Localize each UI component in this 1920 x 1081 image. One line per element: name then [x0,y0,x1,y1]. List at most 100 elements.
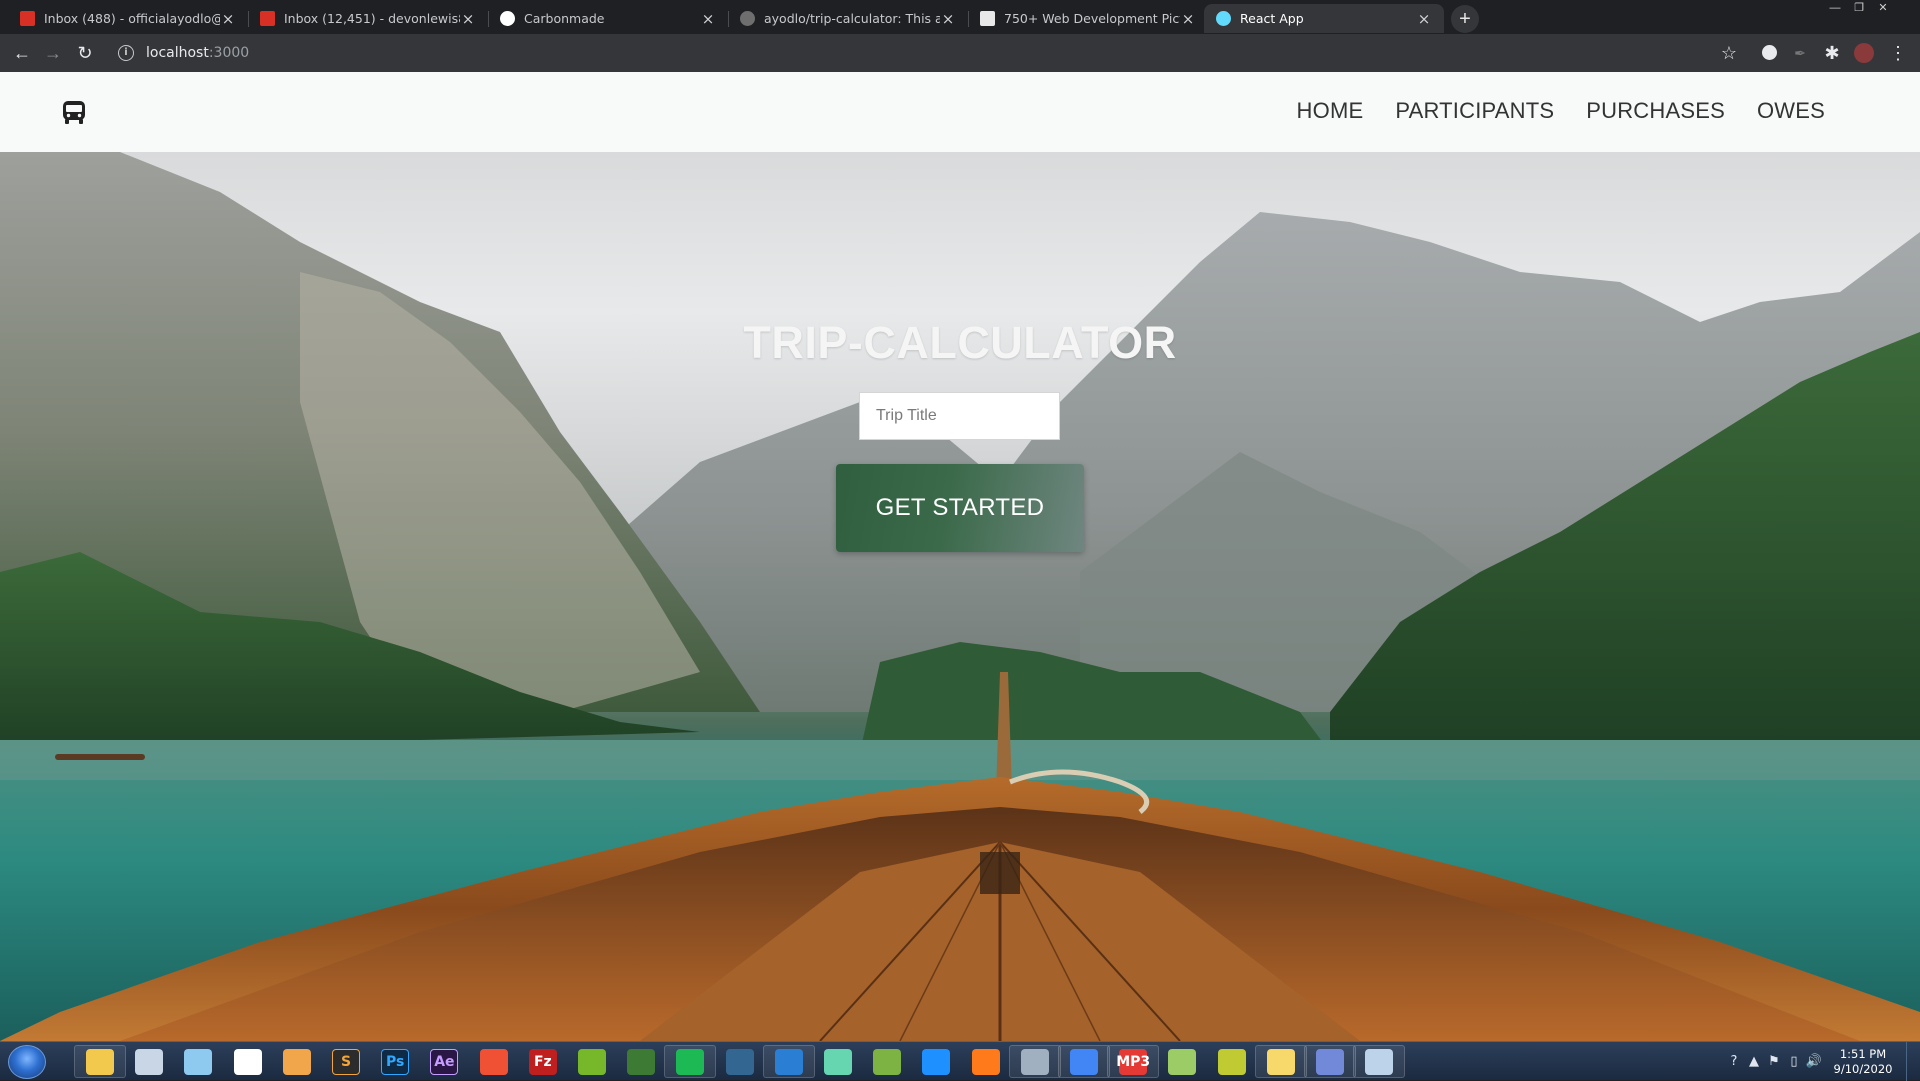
bookmark-star-icon[interactable]: ☆ [1717,41,1741,65]
taskbar-green-app-button[interactable] [1156,1045,1208,1078]
site-info-icon[interactable]: i [118,45,134,61]
taskbar-spotify-button[interactable] [664,1045,717,1078]
address-bar[interactable]: i localhost:3000 [110,39,1735,67]
atom-icon [824,1048,852,1075]
vscode-icon [774,1048,803,1075]
taskbar-chrome-button[interactable] [1058,1045,1110,1078]
taskbar-filezilla-button[interactable]: Fz [517,1045,569,1078]
taskbar-sublime-button[interactable]: S [320,1045,372,1078]
browser-tab-github[interactable]: ayodlo/trip-calculator: This app i × [728,4,969,33]
profile-avatar[interactable] [1852,41,1876,65]
taskbar-tree-button[interactable] [615,1045,667,1078]
nav-purchases[interactable]: PURCHASES [1586,98,1725,124]
browser-tab-gmail-1[interactable]: Inbox (488) - officialayodlo@gm × [8,4,249,33]
reload-icon[interactable]: ↻ [73,41,97,65]
extension-pen-icon[interactable]: ✒ [1788,41,1812,65]
taskbar-vscode-button[interactable] [762,1045,815,1078]
taskbar-explorer-button[interactable] [74,1045,126,1078]
taskbar-fl-studio-button[interactable] [271,1045,323,1078]
tab-title: Carbonmade [524,11,605,26]
ie-icon [922,1048,951,1075]
computer-icon [1020,1048,1049,1075]
mp3-icon: MP3 [1116,1048,1150,1075]
close-icon[interactable]: × [940,10,956,28]
action-center-flag-icon[interactable]: ⚑ [1764,1054,1784,1069]
minimize-icon[interactable]: — [1824,0,1846,18]
taskbar-atom-button[interactable] [812,1045,864,1078]
volume-icon[interactable]: 🔊 [1804,1054,1824,1069]
nav-home[interactable]: HOME [1297,98,1364,124]
close-icon[interactable]: × [700,10,716,28]
back-arrow-icon[interactable]: ← [10,41,34,65]
clock-time: 1:51 PM [1839,1046,1887,1061]
firefox-icon [971,1048,1000,1075]
taskbar-paint-button[interactable] [1353,1045,1406,1078]
spotify-icon [676,1048,705,1075]
new-tab-button[interactable]: + [1451,5,1479,33]
paint-icon [1365,1048,1394,1075]
close-icon[interactable]: × [1416,10,1432,28]
browser-tab-carbonmade[interactable]: Carbonmade × [488,4,729,33]
close-icon[interactable]: × [460,10,476,28]
menu-kebab-icon[interactable]: ⋮ [1886,41,1910,65]
help-icon[interactable]: ? [1724,1054,1744,1069]
taskbar-postgres-button[interactable] [714,1045,766,1078]
taskbar-calculator-button[interactable] [123,1045,175,1078]
after-effects-icon: Ae [430,1048,459,1075]
taskbar-notes-button[interactable] [172,1045,224,1078]
notes-icon [184,1048,213,1075]
app-navbar: HOME PARTICIPANTS PURCHASES OWES [0,72,1920,152]
react-icon [1216,11,1231,26]
network-signal-icon[interactable]: ▯ [1784,1054,1804,1069]
calculator-icon [135,1048,164,1075]
system-tray: ? ▲ ⚑ ▯ 🔊 1:51 PM 9/10/2020 [1724,1042,1920,1081]
clock-date: 9/10/2020 [1833,1061,1893,1076]
taskbar-folder-button[interactable] [1254,1045,1307,1078]
close-icon[interactable]: × [220,10,236,28]
taskbar-discord-button[interactable] [1304,1045,1356,1078]
restore-icon[interactable]: ❐ [1848,0,1870,18]
carbonmade-icon [500,11,515,26]
extension-circle-icon[interactable] [1757,41,1781,65]
tab-title: ayodlo/trip-calculator: This app i [764,11,940,26]
show-hidden-icons-icon[interactable]: ▲ [1744,1054,1764,1069]
taskbar-vpn-button[interactable] [222,1045,274,1078]
url-port: :3000 [208,45,250,61]
discord-icon [1316,1048,1344,1075]
get-started-button[interactable]: GET STARTED [836,464,1084,552]
extensions-puzzle-icon[interactable]: ✱ [1820,41,1844,65]
tab-strip: Inbox (488) - officialayodlo@gm × Inbox … [0,0,1920,34]
window-close-icon[interactable]: ✕ [1872,0,1894,18]
url-host: localhost [146,45,209,61]
nav-links: HOME PARTICIPANTS PURCHASES OWES [1297,98,1825,124]
taskbar-utorrent-button[interactable] [566,1045,618,1078]
browser-tab-gmail-2[interactable]: Inbox (12,451) - devonlewis808@ × [248,4,489,33]
taskbar-ie-button[interactable] [910,1045,962,1078]
taskbar-photoshop-button[interactable]: Ps [369,1045,421,1078]
postgres-icon [725,1048,754,1075]
browser-toolbar: ← → ↻ i localhost:3000 ☆ ✒ ✱ ⋮ [0,34,1920,72]
trip-title-input[interactable] [859,392,1060,440]
close-icon[interactable]: × [1180,10,1196,28]
taskbar-after-effects-button[interactable]: Ae [418,1045,470,1078]
taskbar-mp3-button[interactable]: MP3 [1107,1045,1160,1078]
forward-arrow-icon[interactable]: → [41,41,65,65]
tab-title: 750+ Web Development Picture [1004,11,1180,26]
unsplash-icon [980,11,995,26]
nav-participants[interactable]: PARTICIPANTS [1395,98,1554,124]
show-desktop-button[interactable] [1906,1042,1920,1081]
bus-icon[interactable] [60,100,88,126]
system-clock[interactable]: 1:51 PM 9/10/2020 [1824,1047,1902,1077]
browser-tab-unsplash[interactable]: 750+ Web Development Picture × [968,4,1208,33]
taskbar-git-button[interactable] [468,1045,520,1078]
filezilla-icon: Fz [528,1048,557,1075]
nav-owes[interactable]: OWES [1757,98,1825,124]
taskbar-chart-app-button[interactable] [861,1045,913,1078]
start-button-windows-icon[interactable] [8,1045,46,1079]
folder-icon [1266,1048,1295,1075]
lake-boat-landscape [0,152,1920,1041]
browser-tab-react-app[interactable]: React App × [1204,4,1444,33]
taskbar-book-app-button[interactable] [1206,1045,1258,1078]
taskbar-computer-button[interactable] [1008,1045,1061,1078]
taskbar-firefox-button[interactable] [960,1045,1012,1078]
